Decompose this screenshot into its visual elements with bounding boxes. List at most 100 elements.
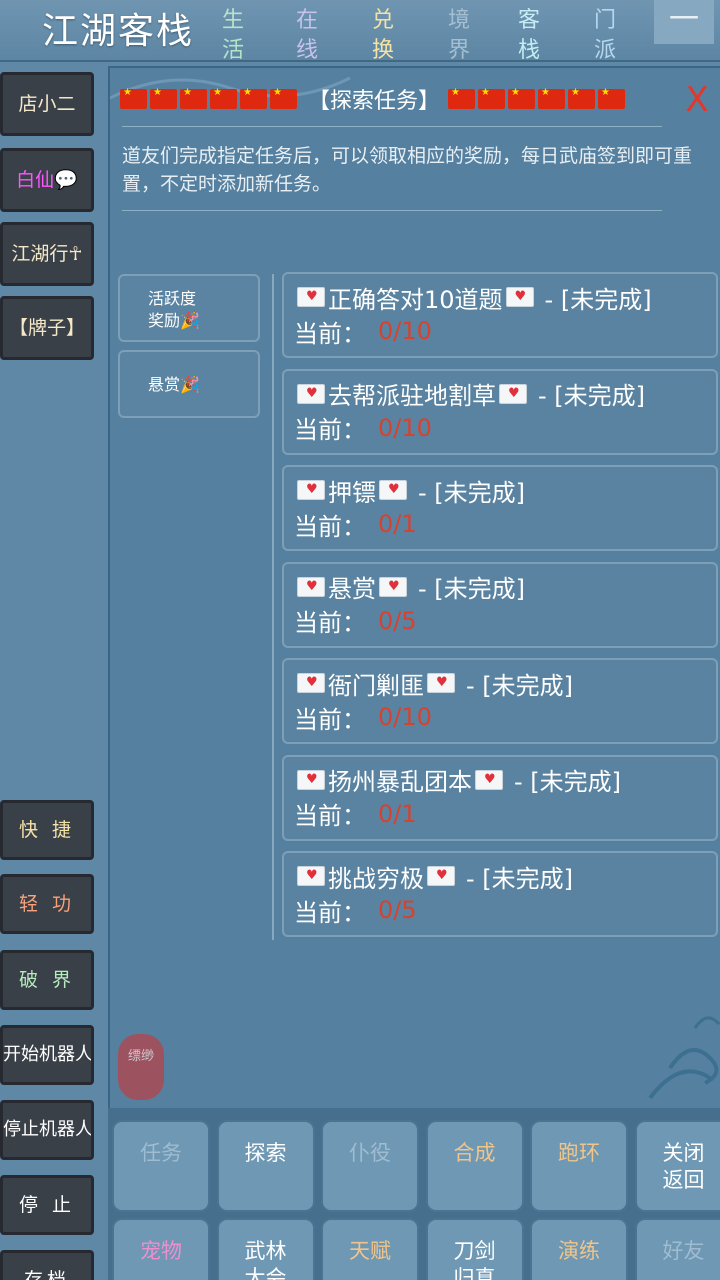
nav-tab[interactable]: 客栈	[518, 6, 540, 66]
china-flag-icon	[478, 87, 506, 109]
nav-tab[interactable]: 在线	[296, 6, 318, 66]
grid-button-label: 刀剑归真	[453, 1239, 496, 1280]
progress-label: 当前：	[294, 609, 366, 637]
panel-header: 【探索任务】	[120, 82, 640, 116]
grid-action-button[interactable]: 跑环	[530, 1120, 628, 1212]
love-letter-icon	[297, 576, 325, 597]
task-title-line: 去帮派驻地割草 - [未完成]	[294, 377, 716, 411]
china-flag-icon	[150, 87, 177, 109]
task-card[interactable]: 扬州暴乱团本 - [未完成] 当前： 0/1	[282, 754, 718, 841]
love-letter-icon	[475, 769, 503, 790]
task-name: 押镖	[328, 478, 376, 507]
task-category-tab[interactable]: 活跃度奖励🎉	[118, 274, 260, 342]
love-letter-icon	[427, 673, 455, 693]
task-category-tab[interactable]: 悬赏🎉	[118, 350, 260, 418]
task-name: 正确答对10道题	[328, 285, 503, 314]
top-bar: 江湖客栈 生活 在线 兑换 境界 客栈 门派 一	[0, 0, 720, 63]
grid-action-button[interactable]: 探索	[216, 1120, 315, 1212]
grid-action-button[interactable]: 合成	[425, 1120, 524, 1212]
grid-action-button[interactable]: 任务	[112, 1120, 210, 1212]
sidebar-button[interactable]: 白仙💬	[0, 148, 94, 212]
minimize-button[interactable]: 一	[654, 0, 714, 44]
progress-value: 0/10	[378, 413, 432, 442]
nav-tab[interactable]: 门派	[594, 6, 616, 66]
progress-label: 当前：	[294, 416, 366, 444]
grid-button-label: 关闭返回	[662, 1141, 705, 1192]
grid-action-button[interactable]: 刀剑归真	[425, 1218, 524, 1280]
grid-button-label: 跑环	[558, 1141, 600, 1165]
task-name: 衙门剿匪	[328, 671, 424, 700]
china-flag-icon	[568, 87, 596, 109]
close-button[interactable]: X	[680, 80, 714, 120]
task-card[interactable]: 衙门剿匪 - [未完成] 当前： 0/10	[282, 658, 718, 744]
love-letter-icon	[297, 866, 325, 886]
task-name: 扬州暴乱团本	[328, 768, 472, 796]
task-name: 悬赏	[328, 575, 376, 603]
sidebar-action-button[interactable]: 停 止	[0, 1175, 94, 1235]
explore-task-panel: 【探索任务】 X 道友们完成指定任务后，可以领取相应的奖励，每日武庙签到即可重置…	[108, 66, 720, 1108]
sidebar-action-button[interactable]: 停止机器人	[0, 1100, 94, 1160]
task-card[interactable]: 悬赏 - [未完成] 当前： 0/5	[282, 561, 718, 648]
love-letter-icon	[427, 866, 455, 886]
grid-action-button[interactable]: 演练	[530, 1218, 628, 1280]
china-flag-icon	[508, 87, 536, 109]
task-title-line: 挑战穷极 - [未完成]	[294, 859, 716, 893]
nav-tab[interactable]: 境界	[448, 6, 470, 66]
china-flag-icon	[538, 87, 566, 109]
sidebar-action-button[interactable]: 开始机器人	[0, 1025, 94, 1085]
sidebar-action-button[interactable]: 存档	[0, 1250, 94, 1280]
progress-value: 0/1	[378, 799, 417, 828]
grid-action-button[interactable]: 天赋	[321, 1218, 419, 1280]
sidebar-action-button[interactable]: 快 捷	[0, 800, 94, 860]
nav-tab[interactable]: 生活	[222, 6, 244, 66]
seal-stamp: 缥缈	[118, 1034, 164, 1100]
task-progress: 当前： 0/1	[294, 507, 716, 541]
grid-button-label: 天赋	[349, 1239, 391, 1263]
sidebar-action-button[interactable]: 破 界	[0, 950, 94, 1010]
task-name: 去帮派驻地割草	[328, 382, 496, 410]
grid-action-button[interactable]: 宠物	[112, 1218, 210, 1280]
china-flag-icon	[210, 87, 237, 109]
sidebar-action-button[interactable]: 轻 功	[0, 874, 94, 934]
love-letter-icon	[297, 769, 325, 790]
grid-button-label: 仆役	[349, 1141, 391, 1165]
grid-action-button[interactable]: 武林大会	[216, 1218, 315, 1280]
task-title-line: 衙门剿匪 - [未完成]	[294, 666, 716, 700]
nav-tab[interactable]: 兑换	[372, 6, 394, 66]
grid-button-label: 武林大会	[244, 1239, 287, 1280]
task-title-line: 正确答对10道题 - [未完成]	[294, 280, 716, 314]
task-progress: 当前： 0/5	[294, 604, 716, 638]
sidebar-button[interactable]: 江湖行☥	[0, 222, 94, 286]
task-card[interactable]: 去帮派驻地割草 - [未完成] 当前： 0/10	[282, 368, 718, 455]
task-status: - [未完成]	[466, 864, 574, 893]
china-flag-icon	[240, 87, 267, 109]
love-letter-icon	[379, 576, 407, 597]
task-title-line: 悬赏 - [未完成]	[294, 570, 716, 604]
task-card[interactable]: 挑战穷极 - [未完成] 当前： 0/5	[282, 851, 718, 937]
task-title-line: 押镖 - [未完成]	[294, 473, 716, 507]
tab-label: 活跃度	[148, 289, 197, 308]
progress-value: 0/5	[378, 896, 417, 924]
task-title-line: 扬州暴乱团本 - [未完成]	[294, 763, 716, 797]
divider	[122, 126, 662, 127]
tab-label: 悬赏🎉	[148, 375, 200, 394]
task-progress: 当前： 0/1	[294, 797, 716, 831]
grid-action-button[interactable]: 好友	[634, 1218, 720, 1280]
task-progress: 当前： 0/10	[294, 411, 716, 445]
progress-label: 当前：	[294, 319, 366, 348]
app-title: 江湖客栈	[42, 11, 195, 52]
task-name: 挑战穷极	[328, 864, 424, 893]
tab-label: 奖励🎉	[148, 311, 200, 330]
grid-action-button[interactable]: 仆役	[321, 1120, 419, 1212]
grid-action-button[interactable]: 关闭返回	[634, 1120, 720, 1212]
progress-label: 当前：	[294, 898, 366, 927]
china-flag-icon	[120, 87, 147, 109]
task-card[interactable]: 押镖 - [未完成] 当前： 0/1	[282, 465, 718, 551]
china-flag-icon	[598, 87, 626, 109]
sidebar-button[interactable]: 【牌子】	[0, 296, 94, 360]
task-card[interactable]: 正确答对10道题 - [未完成] 当前： 0/10	[282, 272, 718, 358]
task-status: - [未完成]	[418, 478, 526, 507]
sidebar-button[interactable]: 店小二	[0, 72, 94, 136]
progress-value: 0/10	[378, 317, 432, 345]
china-flag-icon	[448, 87, 476, 109]
